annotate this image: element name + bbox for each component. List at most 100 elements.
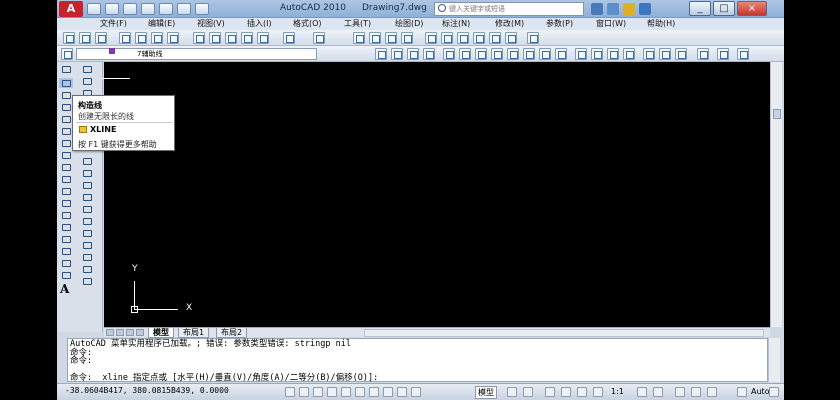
subscription-center-icon[interactable] [607,3,619,15]
publish-icon[interactable] [151,32,163,44]
save-toolbar-icon[interactable] [95,32,107,44]
auto-scale-icon[interactable] [653,387,663,397]
first-tab-arrow-icon[interactable] [106,329,114,336]
block-editor-icon[interactable] [257,32,269,44]
trim-tool-icon[interactable] [80,192,94,202]
sheet-set-icon[interactable] [473,32,485,44]
copy-object-icon[interactable] [391,48,403,60]
dynamic-ucs-icon[interactable] [369,387,379,397]
cut-icon[interactable] [193,32,205,44]
close-button[interactable]: × [737,1,767,16]
chamfer-tool-icon[interactable] [80,240,94,250]
hardware-acceleration-icon[interactable] [707,387,717,397]
xline-tool-icon[interactable] [59,78,73,88]
pan-status-icon[interactable] [545,387,555,397]
menu-draw[interactable]: 绘图(D) [395,18,423,30]
layer-properties-icon[interactable] [61,48,73,60]
annotation-scale[interactable]: 1:1 [611,387,624,396]
dim-radius-icon[interactable] [507,48,519,60]
circle-tool-icon[interactable] [59,138,73,148]
menu-window[interactable]: 窗口(W) [596,18,626,30]
dim-linear-icon[interactable] [443,48,455,60]
mirror-icon[interactable] [407,48,419,60]
move-icon[interactable] [375,48,387,60]
circle-center-icon[interactable] [575,48,587,60]
copy-icon[interactable] [209,32,221,44]
zoom-realtime-icon[interactable] [369,32,381,44]
properties-icon[interactable] [425,32,437,44]
extend-tool-icon[interactable] [80,204,94,214]
tab-layout1[interactable]: 布局1 [178,328,210,338]
zoom-status-icon[interactable] [561,387,571,397]
last-tab-arrow-icon[interactable] [136,329,144,336]
menu-insert[interactable]: 插入(I) [247,18,272,30]
command-window[interactable]: AutoCAD 菜单实用程序已加载。; 错误: 参数类型错误: stringp … [67,338,768,382]
dim-update-icon[interactable] [675,48,687,60]
print-icon[interactable] [119,32,131,44]
point-tool-icon[interactable] [59,222,73,232]
menu-help[interactable]: 帮助(H) [647,18,675,30]
offset-icon[interactable] [423,48,435,60]
command-scrollbar[interactable] [768,338,780,382]
redo-icon[interactable] [195,3,209,15]
binoculars-icon[interactable] [591,3,603,15]
layer-lock-icon[interactable] [737,48,749,60]
open-icon[interactable] [79,32,91,44]
design-center-icon[interactable] [441,32,453,44]
tab-model[interactable]: 模型 [148,328,174,338]
dim-ordinate-icon[interactable] [491,48,503,60]
line-tool-icon[interactable] [59,64,73,74]
spline-tool-icon[interactable] [59,162,73,172]
tolerance-icon[interactable] [591,48,603,60]
ellipse-arc-tool-icon[interactable] [59,186,73,196]
scale-tool-icon[interactable] [80,168,94,178]
object-snap-icon[interactable] [341,387,351,397]
tool-palettes-icon[interactable] [457,32,469,44]
workspace-label[interactable]: Auto [751,387,770,396]
3d-print-icon[interactable] [167,32,179,44]
copy-tool-icon[interactable] [80,76,94,86]
zoom-previous-icon[interactable] [401,32,413,44]
menu-dimension[interactable]: 标注(N) [442,18,470,30]
undo-icon[interactable] [177,3,191,15]
inspection-icon[interactable] [623,48,635,60]
plot-icon[interactable] [159,3,173,15]
dim-text-edit-icon[interactable] [659,48,671,60]
dim-aligned-icon[interactable] [459,48,471,60]
paste-icon[interactable] [225,32,237,44]
dim-arc-icon[interactable] [475,48,487,60]
new-file-icon[interactable] [87,3,101,15]
match-properties-icon[interactable] [241,32,253,44]
stretch-tool-icon[interactable] [80,180,94,190]
fillet-tool-icon[interactable] [80,252,94,262]
rectangle-tool-icon[interactable] [59,114,73,124]
save-as-icon[interactable] [141,3,155,15]
polyline-tool-icon[interactable] [59,90,73,100]
quick-view-layouts-icon[interactable] [507,387,517,397]
gradient-tool-icon[interactable] [59,246,73,256]
isolate-objects-icon[interactable] [737,387,747,397]
make-block-tool-icon[interactable] [59,210,73,220]
undo-toolbar-icon[interactable] [283,32,295,44]
revcloud-tool-icon[interactable] [59,150,73,160]
model-space-button[interactable]: 模型 [475,386,497,399]
minimize-button[interactable]: _ [689,1,711,16]
clean-screen-icon[interactable] [769,387,779,397]
grid-display-icon[interactable] [299,387,309,397]
pan-icon[interactable] [353,32,365,44]
qnew-icon[interactable] [63,32,75,44]
region-tool-icon[interactable] [59,258,73,268]
table-tool-icon[interactable] [59,270,73,280]
quickcalc-icon[interactable] [505,32,517,44]
annotation-visibility-icon[interactable] [637,387,647,397]
dim-edit-icon[interactable] [643,48,655,60]
save-icon[interactable] [123,3,137,15]
dim-diameter-icon[interactable] [539,48,551,60]
menu-edit[interactable]: 编辑(E) [148,18,175,30]
favorites-star-icon[interactable] [623,3,635,15]
menu-modify[interactable]: 修改(M) [495,18,524,30]
ellipse-tool-icon[interactable] [59,174,73,184]
autocad-logo-icon[interactable]: A [59,1,83,17]
polar-tracking-icon[interactable] [327,387,337,397]
vertical-scroll-thumb[interactable] [773,109,781,119]
